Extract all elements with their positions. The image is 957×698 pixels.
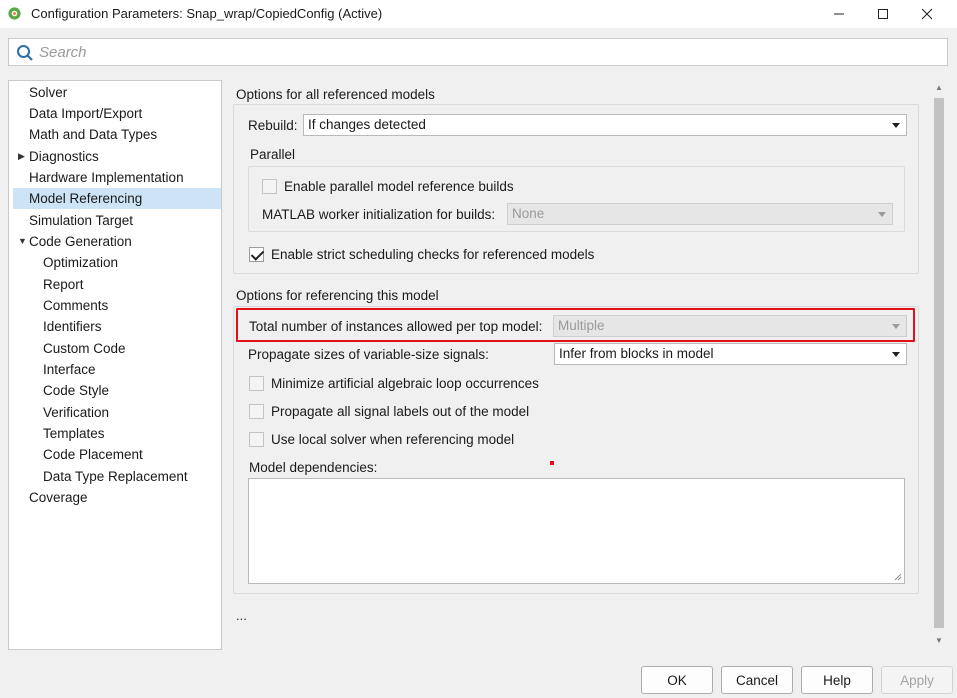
tree-item-math-and-data-types[interactable]: Math and Data Types xyxy=(13,124,221,145)
tree-item-custom-code[interactable]: Custom Code xyxy=(13,338,221,359)
matlab-config-icon xyxy=(8,7,21,20)
tree-item-identifiers[interactable]: Identifiers xyxy=(13,316,221,337)
search-icon xyxy=(17,45,33,61)
window-title: Configuration Parameters: Snap_wrap/Copi… xyxy=(31,6,383,21)
tree-item-model-referencing[interactable]: Model Referencing xyxy=(13,188,221,209)
tree-item-interface[interactable]: Interface xyxy=(13,359,221,380)
tree-item-label: Custom Code xyxy=(43,341,126,356)
tree-item-label: Data Type Replacement xyxy=(43,469,188,484)
minimize-loop-label: Minimize artificial algebraic loop occur… xyxy=(271,376,539,391)
minimize-button[interactable] xyxy=(817,2,861,26)
tree-item-code-generation[interactable]: ▼ Code Generation xyxy=(13,231,221,252)
rebuild-dropdown[interactable]: If changes detected xyxy=(303,114,907,136)
minimize-loop-checkbox[interactable] xyxy=(249,376,264,391)
tree-item-code-style[interactable]: Code Style xyxy=(13,380,221,401)
propagate-sizes-dropdown[interactable]: Infer from blocks in model xyxy=(554,343,907,365)
tree-item-diagnostics[interactable]: ▶ Diagnostics xyxy=(13,146,221,167)
dropdown-arrow-icon xyxy=(888,346,904,362)
tree-item-label: Model Referencing xyxy=(29,191,143,206)
resize-grip-icon[interactable] xyxy=(894,573,902,581)
tree-item-label: Interface xyxy=(43,362,96,377)
dependencies-label: Model dependencies: xyxy=(249,460,378,475)
tree-item-label: Coverage xyxy=(29,490,88,505)
close-button[interactable] xyxy=(905,2,949,26)
tree-item-data-type-replacement[interactable]: Data Type Replacement xyxy=(13,466,221,487)
strict-scheduling-label: Enable strict scheduling checks for refe… xyxy=(271,247,595,262)
help-button[interactable]: Help xyxy=(801,666,873,694)
dropdown-arrow-icon xyxy=(888,117,904,133)
parallel-builds-checkbox[interactable] xyxy=(262,179,277,194)
tree-item-comments[interactable]: Comments xyxy=(13,295,221,316)
local-solver-label: Use local solver when referencing model xyxy=(271,432,515,447)
ok-button[interactable]: OK xyxy=(641,666,713,694)
tree-item-simulation-target[interactable]: Simulation Target xyxy=(13,210,221,231)
propagate-sizes-label: Propagate sizes of variable-size signals… xyxy=(248,347,489,362)
propagate-sizes-value: Infer from blocks in model xyxy=(559,346,714,361)
scroll-thumb[interactable] xyxy=(934,98,944,628)
parallel-builds-label: Enable parallel model reference builds xyxy=(284,179,514,194)
rebuild-label: Rebuild: xyxy=(248,118,298,133)
worker-init-dropdown[interactable]: None xyxy=(507,203,893,225)
tree-item-label: Diagnostics xyxy=(29,149,99,164)
propagate-labels-label: Propagate all signal labels out of the m… xyxy=(271,404,530,419)
tree-item-label: Code Style xyxy=(43,383,110,398)
tree-item-label: Hardware Implementation xyxy=(29,170,184,185)
tree-item-coverage[interactable]: Coverage xyxy=(13,487,221,508)
tree-item-code-placement[interactable]: Code Placement xyxy=(13,444,221,465)
tree-item-label: Comments xyxy=(43,298,109,313)
maximize-button[interactable] xyxy=(861,2,905,26)
tree-item-label: Identifiers xyxy=(43,319,102,334)
worker-init-label: MATLAB worker initialization for builds: xyxy=(262,207,496,222)
propagate-labels-checkbox[interactable] xyxy=(249,404,264,419)
tree-item-report[interactable]: Report xyxy=(13,274,221,295)
tree-item-data-import-export[interactable]: Data Import/Export xyxy=(13,103,221,124)
tree-item-verification[interactable]: Verification xyxy=(13,402,221,423)
worker-init-value: None xyxy=(512,206,545,221)
search-box[interactable] xyxy=(8,38,948,66)
tree-item-templates[interactable]: Templates xyxy=(13,423,221,444)
red-marker xyxy=(550,461,554,465)
apply-button[interactable]: Apply xyxy=(881,666,953,694)
tree-item-label: Report xyxy=(43,277,84,292)
title-bar: Configuration Parameters: Snap_wrap/Copi… xyxy=(0,0,957,28)
tree-item-optimization[interactable]: Optimization xyxy=(13,252,221,273)
tree-item-hardware-implementation[interactable]: Hardware Implementation xyxy=(13,167,221,188)
tree-item-label: Verification xyxy=(43,405,110,420)
tree-item-label: Solver xyxy=(29,85,68,100)
more-ellipsis: ... xyxy=(236,608,247,623)
vertical-scrollbar[interactable]: ▲ ▼ xyxy=(931,80,947,650)
strict-scheduling-checkbox[interactable] xyxy=(249,247,264,262)
tree-item-label: Simulation Target xyxy=(29,213,134,228)
dependencies-textarea[interactable] xyxy=(248,478,905,584)
expand-arrow-icon[interactable]: ▶ xyxy=(18,146,25,167)
maximize-icon xyxy=(878,9,888,19)
collapse-arrow-icon[interactable]: ▼ xyxy=(18,231,27,252)
category-tree: Solver Data Import/Export Math and Data … xyxy=(8,80,222,650)
close-icon xyxy=(921,8,933,20)
tree-item-label: Optimization xyxy=(43,255,119,270)
parallel-heading: Parallel xyxy=(250,147,296,162)
tree-item-label: Data Import/Export xyxy=(29,106,143,121)
tree-item-label: Code Placement xyxy=(43,447,143,462)
search-input[interactable] xyxy=(39,41,919,63)
rebuild-value: If changes detected xyxy=(308,117,426,132)
tree-item-label: Math and Data Types xyxy=(29,127,158,142)
minimize-icon xyxy=(834,13,844,15)
all-models-heading: Options for all referenced models xyxy=(236,87,435,102)
tree-item-solver[interactable]: Solver xyxy=(13,82,221,103)
cancel-button[interactable]: Cancel xyxy=(721,666,793,694)
this-model-heading: Options for referencing this model xyxy=(236,288,439,303)
tree-item-label: Templates xyxy=(43,426,105,441)
scroll-up-icon[interactable]: ▲ xyxy=(934,83,944,93)
local-solver-checkbox[interactable] xyxy=(249,432,264,447)
highlight-box xyxy=(236,308,915,342)
dropdown-arrow-icon xyxy=(874,206,890,222)
scroll-down-icon[interactable]: ▼ xyxy=(934,636,944,646)
tree-item-label: Code Generation xyxy=(29,234,132,249)
